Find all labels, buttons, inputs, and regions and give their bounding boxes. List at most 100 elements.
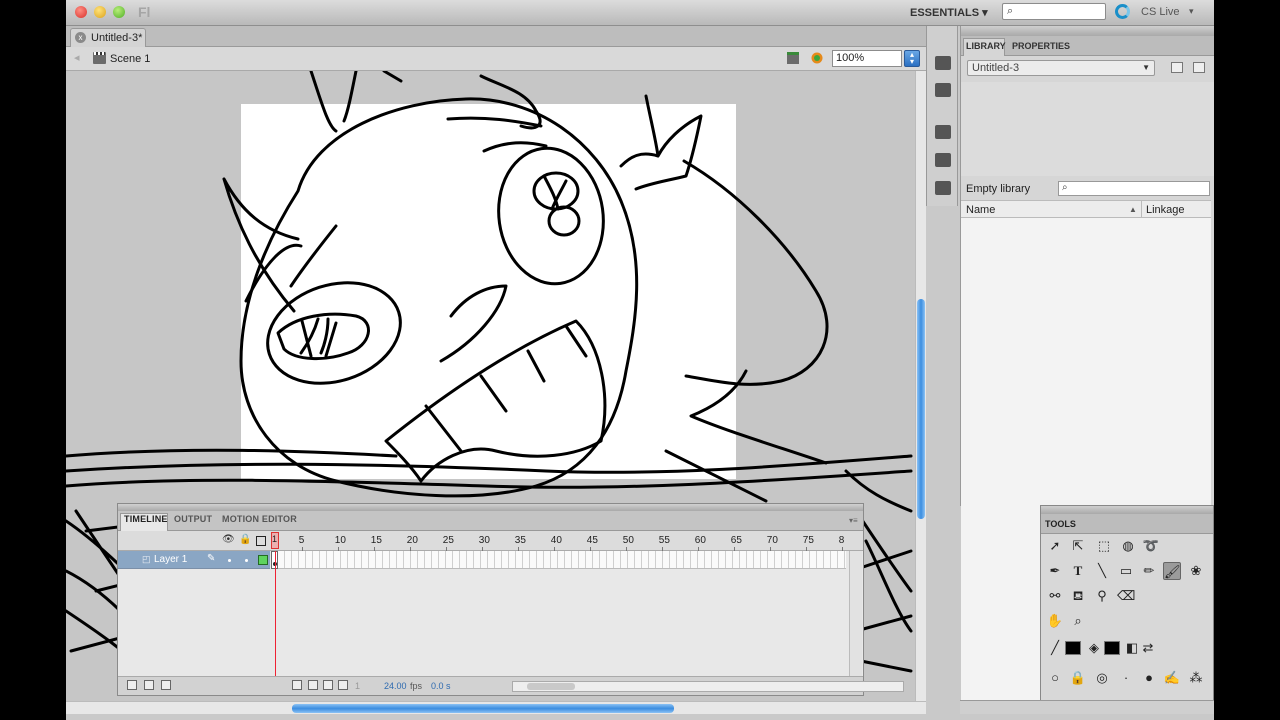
- onion-skin-icon[interactable]: [308, 680, 318, 690]
- cs-live-icon[interactable]: [1115, 4, 1130, 19]
- stage-vertical-scrollbar[interactable]: [915, 71, 926, 703]
- close-tab-icon[interactable]: x: [75, 32, 86, 43]
- frame-rate-value[interactable]: 24.00: [384, 681, 407, 691]
- tab-motion-editor[interactable]: MOTION EDITOR: [222, 514, 297, 524]
- cs-live-button[interactable]: CS Live: [1141, 6, 1180, 18]
- layer-name[interactable]: Layer 1: [154, 554, 187, 565]
- subselection-tool-icon[interactable]: ⇱: [1069, 537, 1087, 555]
- timeline-horizontal-scrollbar[interactable]: [512, 681, 904, 692]
- back-arrow-icon[interactable]: ◂: [74, 51, 80, 64]
- library-status-row: Empty library ⌕: [961, 178, 1214, 198]
- bone-tool-icon[interactable]: ⚯: [1046, 587, 1064, 605]
- pin-library-icon[interactable]: [1171, 62, 1183, 73]
- playhead[interactable]: 1: [271, 532, 279, 549]
- timeline-vertical-scrollbar[interactable]: [849, 551, 862, 676]
- tab-library[interactable]: LIBRARY: [966, 41, 1006, 51]
- lock-icon[interactable]: 🔒: [239, 534, 251, 545]
- zoom-window-button[interactable]: [113, 6, 125, 18]
- frame-ruler[interactable]: 5 10 15 20 25 30 35 40 45 50 55 60 65 70 75 8: [271, 531, 846, 551]
- pencil-tool-icon[interactable]: ✏: [1140, 562, 1158, 580]
- scene-label[interactable]: Scene 1: [110, 53, 150, 65]
- selection-tool-icon[interactable]: ➚: [1046, 537, 1064, 555]
- zoom-stepper-button[interactable]: ▴ ▾: [904, 50, 920, 67]
- brush-pressure-icon[interactable]: ✍: [1163, 669, 1181, 687]
- outline-color-swatch[interactable]: [258, 555, 268, 565]
- swap-colors-icon[interactable]: ⇄: [1139, 639, 1157, 657]
- layer-row[interactable]: ◰ Layer 1 ✎: [118, 551, 863, 569]
- stroke-color-swatch[interactable]: [1065, 641, 1081, 655]
- ruler-label: 50: [622, 535, 634, 546]
- rectangle-tool-icon[interactable]: ▭: [1117, 562, 1135, 580]
- brush-tilt-icon[interactable]: ⁂: [1187, 669, 1205, 687]
- lasso-tool-icon[interactable]: ➰: [1142, 537, 1160, 555]
- brush-size-small-icon[interactable]: ·: [1117, 669, 1135, 687]
- pen-tool-icon[interactable]: ✒: [1046, 562, 1064, 580]
- ruler-label: 65: [730, 535, 742, 546]
- layer-name-cell[interactable]: ◰ Layer 1 ✎: [118, 551, 270, 569]
- deco-tool-icon[interactable]: ❀: [1187, 562, 1205, 580]
- eyedropper-tool-icon[interactable]: ⚲: [1093, 587, 1111, 605]
- 3d-rotation-tool-icon[interactable]: ◍: [1119, 537, 1137, 555]
- timeline-drag-handle[interactable]: [118, 504, 863, 511]
- color-panel-icon[interactable]: [935, 56, 951, 70]
- stage-horizontal-scroll-thumb[interactable]: [292, 704, 674, 713]
- zoom-tool-icon[interactable]: ⌕: [1069, 612, 1087, 630]
- tab-properties[interactable]: PROPERTIES: [1012, 41, 1070, 51]
- tab-output[interactable]: OUTPUT: [174, 514, 212, 524]
- help-search-input[interactable]: ⌕: [1002, 3, 1106, 20]
- free-transform-tool-icon[interactable]: ⬚: [1095, 537, 1113, 555]
- minimize-window-button[interactable]: [94, 6, 106, 18]
- layer-frames[interactable]: [271, 551, 846, 569]
- visibility-dot[interactable]: [228, 559, 231, 562]
- document-tab-label: Untitled-3*: [91, 32, 143, 44]
- panel-menu-icon[interactable]: ▾≡: [849, 516, 858, 525]
- new-folder-icon[interactable]: [144, 680, 154, 690]
- column-name[interactable]: Name: [966, 204, 995, 216]
- brush-shape-icon[interactable]: ●: [1140, 669, 1158, 687]
- workspace-switcher[interactable]: ESSENTIALS ▾: [910, 6, 988, 19]
- motion-presets-icon[interactable]: [935, 181, 951, 195]
- brush-tool-icon[interactable]: 🖌: [1163, 562, 1181, 580]
- object-drawing-icon[interactable]: ○: [1046, 669, 1064, 687]
- onion-outlines-icon[interactable]: [323, 680, 333, 690]
- outline-icon[interactable]: [256, 536, 266, 546]
- align-panel-icon[interactable]: [935, 125, 951, 139]
- hand-tool-icon[interactable]: ✋: [1046, 612, 1064, 630]
- eraser-tool-icon[interactable]: ⌫: [1117, 587, 1135, 605]
- library-document-select[interactable]: Untitled-3 ▼: [967, 60, 1155, 76]
- eye-icon[interactable]: 👁: [222, 534, 235, 545]
- swatches-panel-icon[interactable]: [935, 83, 951, 97]
- cs-live-dropdown-icon[interactable]: ▾: [1189, 6, 1194, 17]
- center-frame-icon[interactable]: [292, 680, 302, 690]
- tab-timeline[interactable]: TIMELINE: [124, 514, 168, 524]
- tools-drag-handle[interactable]: [1041, 506, 1213, 514]
- delete-layer-icon[interactable]: [161, 680, 171, 690]
- text-tool-icon[interactable]: T: [1069, 562, 1087, 580]
- paint-bucket-tool-icon[interactable]: ⛾: [1069, 587, 1087, 605]
- elapsed-time: 0.0 s: [431, 681, 451, 691]
- brush-mode-icon[interactable]: ◎: [1093, 669, 1111, 687]
- stage-vertical-scroll-thumb[interactable]: [917, 299, 925, 519]
- column-linkage[interactable]: Linkage: [1146, 204, 1185, 216]
- lock-dot[interactable]: [245, 559, 248, 562]
- components-panel-icon[interactable]: [935, 153, 951, 167]
- sort-ascending-icon[interactable]: ▲: [1129, 205, 1137, 214]
- stage-horizontal-scrollbar[interactable]: [66, 701, 926, 714]
- timeline-panel: TIMELINE OUTPUT MOTION EDITOR ▾≡ 👁 🔒 5 10…: [117, 503, 904, 696]
- timeline-scroll-thumb[interactable]: [527, 683, 575, 690]
- line-tool-icon[interactable]: ╲: [1093, 562, 1111, 580]
- library-drag-handle[interactable]: [961, 26, 1214, 36]
- tools-title: TOOLS: [1045, 519, 1076, 529]
- library-search-input[interactable]: ⌕: [1058, 181, 1210, 196]
- edit-symbols-icon[interactable]: [810, 51, 824, 65]
- lock-fill-icon[interactable]: 🔒: [1069, 669, 1087, 687]
- edit-multiple-frames-icon[interactable]: [338, 680, 348, 690]
- new-layer-icon[interactable]: [127, 680, 137, 690]
- zoom-level-input[interactable]: 100%: [832, 50, 902, 67]
- close-window-button[interactable]: [75, 6, 87, 18]
- frame-rate-unit: fps: [410, 681, 423, 691]
- edit-scene-icon[interactable]: [786, 51, 800, 65]
- new-library-panel-icon[interactable]: [1193, 62, 1205, 73]
- document-tab[interactable]: x Untitled-3*: [70, 28, 146, 47]
- fill-color-swatch[interactable]: [1104, 641, 1120, 655]
